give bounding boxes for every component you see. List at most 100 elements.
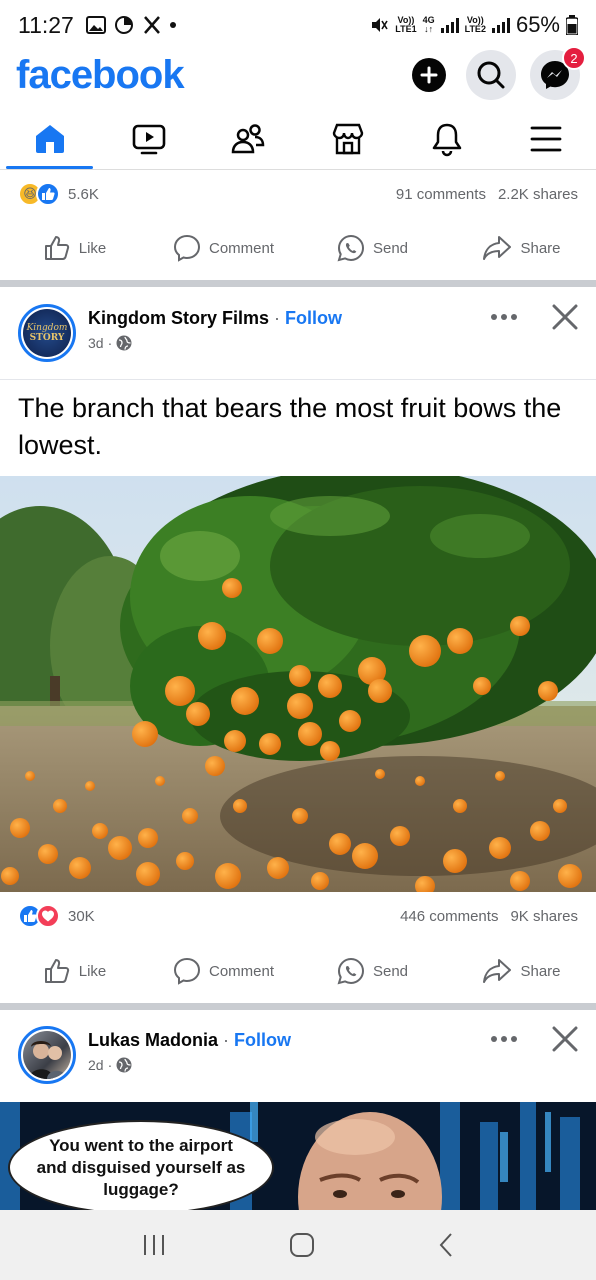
marketplace-icon: [332, 123, 363, 154]
more-options-icon[interactable]: [490, 313, 518, 321]
post1-send-button[interactable]: Send: [298, 957, 447, 985]
facebook-logo[interactable]: facebook: [16, 53, 185, 98]
post1-timestamp[interactable]: 3d: [88, 335, 104, 351]
messenger-badge: 2: [562, 46, 586, 70]
tab-marketplace[interactable]: [298, 108, 397, 169]
post0-send-button[interactable]: Send: [298, 234, 447, 262]
post1-share-button[interactable]: Share: [447, 957, 596, 985]
post2-avatar[interactable]: [18, 1026, 76, 1084]
post1-like-button[interactable]: Like: [0, 957, 149, 985]
orange-tree-photo: [0, 476, 596, 892]
post0-actions: Like Comment Send Share: [0, 222, 596, 274]
like-icon: [44, 959, 69, 983]
post0-share-button[interactable]: Share: [447, 234, 596, 262]
gallery-icon: [85, 16, 106, 34]
share-icon: [483, 959, 512, 983]
plus-icon: [420, 66, 438, 84]
post0-comment-button[interactable]: Comment: [149, 234, 298, 262]
post2-timestamp[interactable]: 2d: [88, 1057, 104, 1073]
back-icon[interactable]: [437, 1232, 455, 1258]
post1-header: Kingdom STORY Kingdom Story Films · Foll…: [0, 290, 596, 380]
friends-icon: [232, 123, 265, 153]
globe-icon: [116, 335, 132, 351]
battery-percent: 65%: [515, 12, 560, 37]
send-whatsapp-icon: [337, 234, 364, 262]
app-header: facebook 2: [0, 46, 596, 100]
post1-text: The branch that bears the most fruit bow…: [18, 393, 562, 460]
send-label: Send: [372, 239, 409, 257]
post1-image[interactable]: [0, 476, 596, 892]
tab-friends[interactable]: [199, 108, 298, 169]
share-icon: [483, 236, 512, 260]
more-options-icon[interactable]: [490, 1035, 518, 1043]
4g-indicator: 4G ↓↑: [422, 15, 435, 34]
post1-shares-count[interactable]: 9K shares: [510, 908, 578, 925]
post2-header: Lukas Madonia · Follow 2d ·: [0, 1012, 596, 1102]
post1-reactions-summary[interactable]: 30K 446 comments 9K shares: [0, 894, 596, 938]
status-bar: 11:27 Vo)) LTE1 4G ↓↑ Vo)) LTE2 65%: [0, 0, 596, 50]
feed-divider: [0, 1003, 596, 1010]
like-icon: [44, 236, 69, 260]
post0-reaction-count: 5.6K: [68, 185, 99, 203]
love-reaction-icon: [36, 904, 60, 928]
status-time: 11:27: [18, 11, 74, 38]
tab-menu[interactable]: [497, 108, 596, 169]
home-icon: [35, 124, 64, 153]
like-reaction-icon: [36, 182, 60, 206]
notification-dot-icon: [169, 22, 176, 28]
signal-bars-2-icon: [491, 17, 510, 33]
feed-divider: [0, 280, 596, 287]
post1-reaction-count: 30K: [68, 907, 95, 925]
comment-label: Comment: [208, 239, 275, 257]
like-label: Like: [78, 239, 107, 257]
video-icon: [132, 124, 166, 154]
tab-notifications[interactable]: [397, 108, 496, 169]
post0-shares-count[interactable]: 2.2K shares: [498, 186, 578, 203]
tab-video[interactable]: [99, 108, 198, 169]
x-app-icon: [143, 16, 160, 34]
post1-header-separator: [0, 379, 596, 380]
hamburger-menu-icon: [530, 126, 562, 151]
post1-comments-count[interactable]: 446 comments: [400, 908, 498, 925]
post2-follow-button[interactable]: Follow: [234, 1030, 291, 1050]
battery-icon: [566, 15, 578, 35]
post2-author-name[interactable]: Lukas Madonia: [88, 1030, 218, 1050]
comment-icon: [173, 234, 200, 262]
post0-like-button[interactable]: Like: [0, 234, 149, 262]
search-icon: [477, 61, 505, 89]
messenger-button[interactable]: 2: [530, 46, 586, 100]
send-whatsapp-icon: [337, 957, 364, 985]
home-nav-icon[interactable]: [289, 1232, 315, 1258]
post2-image[interactable]: You went to the airport and disguised yo…: [0, 1102, 596, 1210]
comment-label: Comment: [208, 962, 275, 980]
lte2-indicator: Vo)) LTE2: [464, 15, 486, 34]
post1-follow-button[interactable]: Follow: [285, 308, 342, 328]
comment-icon: [173, 957, 200, 985]
system-navigation-bar: [0, 1210, 596, 1280]
send-label: Send: [372, 962, 409, 980]
data-saver-icon: [114, 16, 133, 34]
like-label: Like: [78, 962, 107, 980]
post0-comments-count[interactable]: 91 comments: [396, 186, 486, 203]
share-label: Share: [520, 239, 561, 257]
post1-comment-button[interactable]: Comment: [149, 957, 298, 985]
speech-bubble: You went to the airport and disguised yo…: [8, 1120, 274, 1210]
post1-author-name[interactable]: Kingdom Story Films: [88, 308, 269, 328]
bell-icon: [432, 123, 462, 156]
post0-reactions-summary[interactable]: 😆 5.6K 91 comments 2.2K shares: [0, 172, 596, 216]
recent-apps-icon[interactable]: [141, 1233, 167, 1257]
main-tabs: [0, 108, 596, 170]
close-icon[interactable]: [552, 1026, 578, 1052]
globe-icon: [116, 1057, 132, 1073]
post1-avatar[interactable]: Kingdom STORY: [18, 304, 76, 362]
post1-actions: Like Comment Send Share: [0, 945, 596, 997]
signal-bars-1-icon: [440, 17, 459, 33]
search-button[interactable]: [466, 50, 516, 100]
create-button[interactable]: [412, 58, 446, 92]
close-icon[interactable]: [552, 304, 578, 330]
avatar-text-kingdom: Kingdom: [26, 323, 68, 333]
tab-home[interactable]: [0, 108, 99, 169]
meme-caption: You went to the airport and disguised yo…: [36, 1135, 246, 1199]
avatar-text-story: STORY: [29, 333, 65, 343]
share-label: Share: [520, 962, 561, 980]
